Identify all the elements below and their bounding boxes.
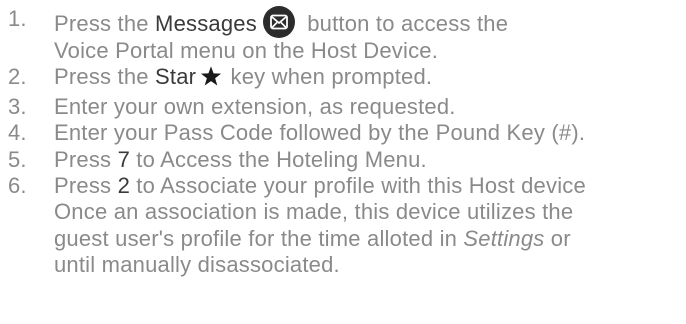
step-number: 1. bbox=[8, 6, 27, 31]
step-3: 3. Enter your own extension, as requeste… bbox=[8, 94, 684, 120]
step-number: 6. bbox=[8, 173, 27, 199]
step-text-line3-post: or bbox=[544, 225, 571, 251]
step-text: Press 7 to Access the Hoteling Menu. bbox=[54, 147, 684, 173]
step-text-pre: Press bbox=[54, 146, 118, 172]
step-text-pre: Press the bbox=[54, 64, 156, 90]
step-text-pre: Press the bbox=[54, 11, 156, 36]
step-text-post: key when prompted. bbox=[224, 64, 433, 90]
messages-label: Messages bbox=[155, 11, 257, 36]
step-text-line4: until manually disassociated. bbox=[54, 252, 340, 278]
step-number: 3. bbox=[8, 93, 27, 119]
envelope-icon bbox=[262, 6, 295, 38]
step-text-line3: guest user's profile for the time allote… bbox=[54, 225, 464, 251]
step-text-post: to Associate your profile with this Host… bbox=[130, 173, 586, 199]
step-text: Enter your Pass Code followed by the Pou… bbox=[54, 120, 586, 146]
star-icon bbox=[200, 65, 222, 93]
star-label: Star bbox=[155, 64, 197, 90]
step-text-post: button to access the bbox=[300, 11, 509, 36]
key-two-label: 2 bbox=[117, 173, 130, 199]
step-text-line2: Once an association is made, this device… bbox=[54, 199, 574, 225]
step-text: Press 2 to Associate your profile with t… bbox=[54, 173, 684, 279]
settings-label: Settings bbox=[463, 225, 545, 251]
step-text: Enter your own extension, as requested. bbox=[54, 93, 456, 119]
step-text: Press the Messages button to access the … bbox=[54, 6, 684, 64]
step-1: 1. Press the Messages button to access t… bbox=[8, 6, 684, 64]
step-2: 2. Press the Star key when prompted. bbox=[8, 64, 684, 93]
step-text: Press the Star key when prompted. bbox=[54, 64, 684, 93]
key-seven-label: 7 bbox=[117, 146, 130, 172]
instruction-list: 1. Press the Messages button to access t… bbox=[8, 6, 684, 279]
step-number: 5. bbox=[8, 146, 27, 172]
step-number: 2. bbox=[8, 64, 27, 90]
step-5: 5. Press 7 to Access the Hoteling Menu. bbox=[8, 147, 684, 173]
step-number: 4. bbox=[8, 120, 27, 146]
step-text-pre: Press bbox=[54, 173, 118, 199]
step-6: 6. Press 2 to Associate your profile wit… bbox=[8, 173, 684, 279]
step-4: 4. Enter your Pass Code followed by the … bbox=[8, 120, 684, 146]
step-text-post: to Access the Hoteling Menu. bbox=[130, 146, 427, 172]
step-text-line2: Voice Portal menu on the Host Device. bbox=[54, 38, 439, 63]
